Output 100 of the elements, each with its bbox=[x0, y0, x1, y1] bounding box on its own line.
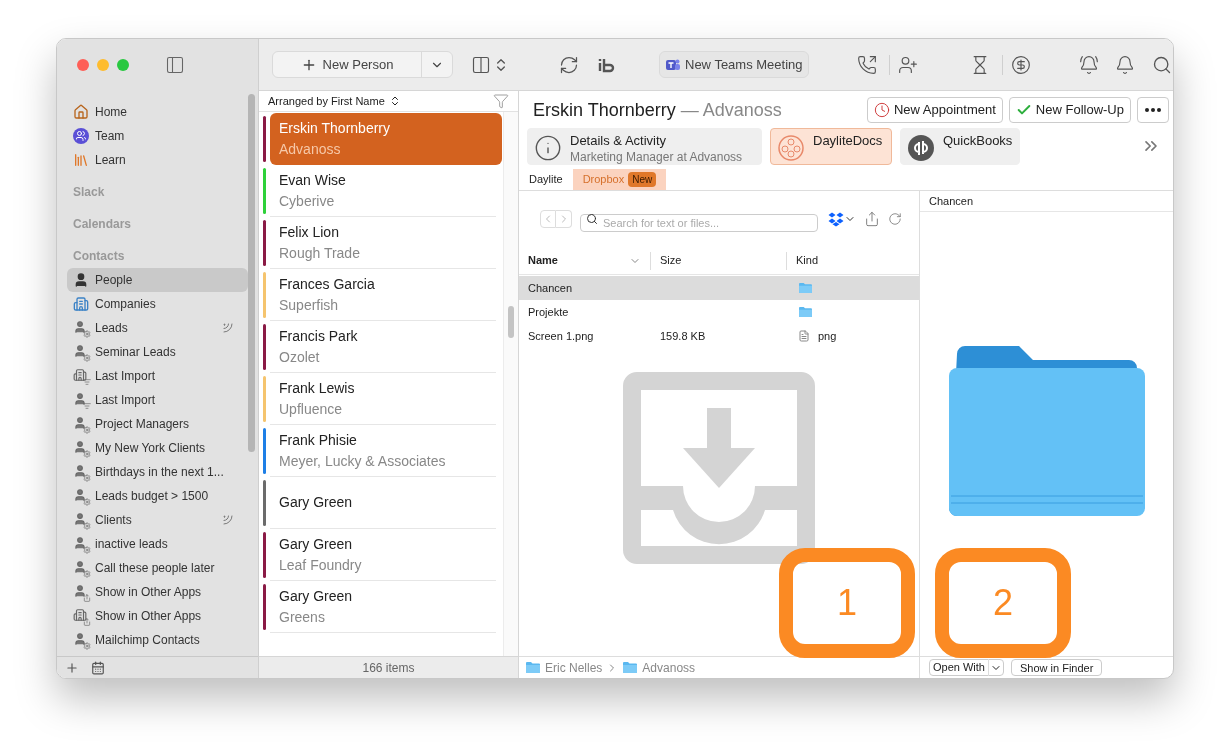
sidebar-item[interactable]: inactive leads bbox=[67, 532, 248, 556]
clock-icon bbox=[873, 102, 890, 118]
dollar-icon[interactable] bbox=[1010, 54, 1031, 75]
sidebar-item[interactable]: Call these people later bbox=[67, 556, 248, 580]
new-follow-up-button[interactable]: New Follow-Up bbox=[1008, 97, 1131, 123]
contact-row[interactable]: Erskin Thornberry Advanoss bbox=[270, 113, 502, 165]
docs-logo-icon bbox=[777, 134, 805, 162]
contact-title: Erskin Thornberry — Advanoss bbox=[533, 98, 782, 122]
dropbox-menu[interactable] bbox=[828, 211, 856, 227]
phone-icon[interactable] bbox=[856, 54, 877, 75]
path-item[interactable]: Eric Nelles bbox=[525, 658, 603, 677]
search-icon bbox=[586, 213, 598, 225]
callout-marker: 2 bbox=[935, 548, 1071, 658]
sidebar-item[interactable]: Birthdays in the next 1... bbox=[67, 460, 248, 484]
person-share-icon bbox=[73, 584, 89, 600]
company-share-icon bbox=[73, 608, 89, 624]
contact-row[interactable]: Evan Wise Cyberive bbox=[270, 165, 496, 217]
sidebar-item[interactable]: Leads bbox=[67, 316, 248, 340]
smart-list-icon bbox=[73, 416, 89, 432]
app-tab[interactable]: DayliteDocs bbox=[770, 127, 892, 165]
smart-list-icon bbox=[73, 512, 89, 528]
sidebar-item[interactable]: Leads budget > 1500 bbox=[67, 484, 248, 508]
person-list-icon bbox=[73, 392, 89, 408]
new-badge: New bbox=[628, 172, 657, 187]
qb-logo-icon bbox=[907, 134, 935, 162]
team-icon bbox=[73, 128, 89, 144]
folder-icon bbox=[525, 661, 541, 674]
smart-list-icon bbox=[73, 632, 89, 648]
smart-list-icon bbox=[73, 536, 89, 552]
section-title: Slack bbox=[72, 184, 106, 201]
show-in-finder-button[interactable]: Show in Finder bbox=[1010, 659, 1103, 676]
new-person-button[interactable]: New Person bbox=[272, 51, 453, 78]
column-header[interactable]: Kind bbox=[796, 252, 819, 269]
file-row[interactable]: Projekte bbox=[519, 300, 919, 324]
contact-row[interactable]: Gary Green Leaf Foundry bbox=[270, 529, 496, 581]
contact-row[interactable]: Felix Lion Rough Trade bbox=[270, 217, 496, 269]
sidebar-toggle-icon[interactable] bbox=[165, 55, 185, 75]
sidebar-item[interactable]: Show in Other Apps bbox=[67, 580, 248, 604]
building-icon bbox=[73, 296, 89, 312]
dropbox-icon bbox=[828, 211, 844, 227]
section-title: Contacts bbox=[72, 248, 126, 265]
sidebar-item[interactable]: Clients bbox=[67, 508, 248, 532]
share-icon[interactable] bbox=[864, 211, 880, 227]
path-item[interactable]: Advanoss bbox=[622, 658, 696, 677]
calendar-icon[interactable] bbox=[91, 660, 105, 675]
contact-row[interactable]: Gary Green bbox=[270, 477, 496, 529]
sidebar-item[interactable]: Seminar Leads bbox=[67, 340, 248, 364]
smart-list-icon bbox=[73, 560, 89, 576]
contact-row[interactable]: Frances Garcia Superfish bbox=[270, 269, 496, 321]
app-tab[interactable]: Details & Activity Marketing Manager at Advanoss bbox=[527, 127, 762, 165]
section-title: Calendars bbox=[72, 216, 133, 233]
home-icon bbox=[73, 104, 89, 120]
contact-row[interactable]: Francis Park Ozolet bbox=[270, 321, 496, 373]
callout-marker: 1 bbox=[779, 548, 915, 658]
notifications-icon[interactable] bbox=[1114, 54, 1135, 75]
reload-icon[interactable] bbox=[888, 212, 902, 226]
search-icon[interactable] bbox=[1151, 54, 1172, 75]
refresh-icon[interactable] bbox=[559, 54, 579, 75]
more-button[interactable] bbox=[1137, 97, 1169, 123]
smart-list-icon bbox=[73, 440, 89, 456]
sidebar-item[interactable]: Last Import bbox=[67, 364, 248, 388]
contact-row[interactable]: Frank Lewis Upfluence bbox=[270, 373, 496, 425]
layout-icon[interactable] bbox=[471, 54, 491, 75]
sidebar-item[interactable]: Mailchimp Contacts bbox=[67, 628, 248, 652]
sidebar-item[interactable]: Home bbox=[67, 100, 248, 124]
sidebar-item[interactable]: Learn bbox=[67, 148, 248, 172]
open-with-button[interactable]: Open With bbox=[929, 659, 1004, 676]
new-appointment-button[interactable]: New Appointment bbox=[866, 97, 1003, 123]
app-tab[interactable]: QuickBooks bbox=[900, 127, 1020, 165]
download-tray-icon bbox=[623, 372, 815, 564]
folder-icon bbox=[622, 661, 639, 674]
folder-icon bbox=[798, 282, 813, 294]
preview-title: Chancen bbox=[929, 193, 974, 209]
contact-row[interactable]: Frank Phisie Meyer, Lucky & Associates bbox=[270, 425, 496, 477]
column-header[interactable]: Size bbox=[660, 252, 682, 269]
search-field[interactable]: Search for text or files... bbox=[580, 214, 818, 232]
company-list-icon bbox=[73, 368, 89, 384]
sub-tab[interactable]: Daylite bbox=[519, 169, 573, 190]
smart-list-icon bbox=[73, 320, 89, 336]
sidebar-item[interactable]: Last Import bbox=[67, 388, 248, 412]
smart-list-icon bbox=[73, 488, 89, 504]
sidebar-item[interactable]: Show in Other Apps bbox=[67, 604, 248, 628]
sort-menu[interactable]: Arranged by First Name bbox=[268, 92, 401, 110]
scrollbar-thumb bbox=[508, 306, 514, 338]
sidebar-item[interactable]: My New York Clients bbox=[67, 436, 248, 460]
folder-icon bbox=[798, 306, 813, 318]
file-row[interactable]: Chancen bbox=[519, 276, 919, 300]
teams-meeting-button[interactable]: New Teams Meeting bbox=[659, 51, 809, 78]
person-icon bbox=[73, 272, 89, 288]
sidebar-item[interactable]: People bbox=[67, 268, 248, 292]
file-row[interactable]: Screen 1.png 159.8 KB png bbox=[519, 324, 919, 348]
smart-list-icon bbox=[73, 344, 89, 360]
contact-row[interactable]: Gary Green Greens bbox=[270, 581, 496, 633]
sidebar-item[interactable]: Companies bbox=[67, 292, 248, 316]
column-header[interactable]: Name bbox=[528, 252, 558, 269]
sidebar-item[interactable]: Team bbox=[67, 124, 248, 148]
add-person-icon[interactable] bbox=[897, 54, 918, 75]
smart-list-icon bbox=[73, 464, 89, 480]
sidebar-item[interactable]: Project Managers bbox=[67, 412, 248, 436]
sub-tab[interactable]: Dropbox New bbox=[572, 169, 667, 190]
